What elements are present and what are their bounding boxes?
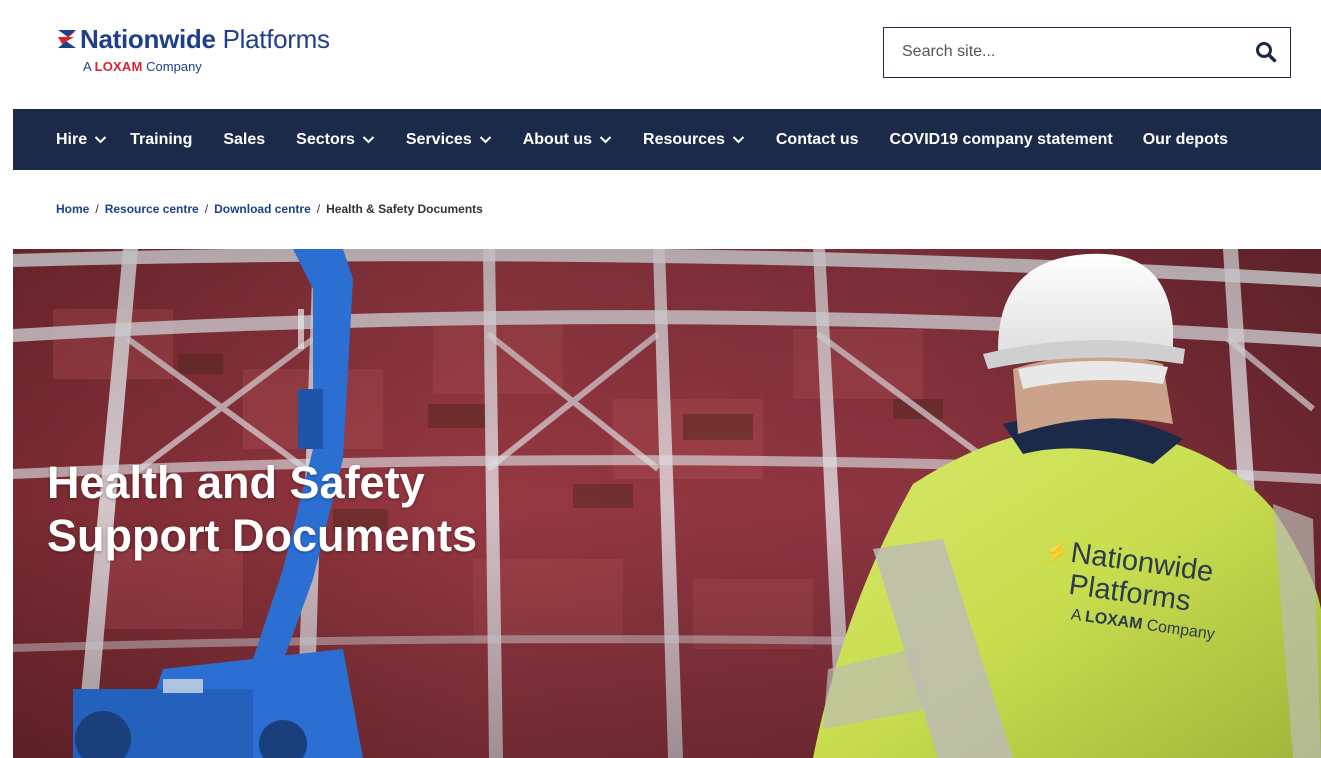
logo-tagline-suffix: Company — [146, 59, 202, 74]
vest-logo-mark-icon: ⚡ — [1041, 537, 1073, 567]
search-input[interactable] — [884, 28, 1224, 76]
nav-item-hire[interactable]: Hire — [56, 109, 107, 170]
vest-logo-prefix: A — [1069, 606, 1082, 625]
breadcrumb-link-download-centre[interactable]: Download centre — [214, 202, 311, 216]
chevron-down-icon — [599, 136, 612, 144]
logo-name-light: Platforms — [215, 24, 330, 54]
search-box — [883, 27, 1291, 78]
logo-tagline-brand: LOXAM — [94, 59, 143, 74]
nav-item-about-us[interactable]: About us — [523, 109, 612, 170]
logo-mark-icon — [58, 30, 76, 48]
nav-label: Contact us — [775, 130, 859, 148]
nav-label: Services — [405, 130, 472, 148]
breadcrumb-separator: / — [204, 202, 209, 216]
site-header: Nationwide Platforms A LOXAM Company — [13, 0, 1321, 109]
nav-item-our-depots[interactable]: Our depots — [1143, 109, 1228, 170]
main-nav: Hire Training Sales Sectors Services Abo… — [13, 109, 1321, 170]
nav-item-sectors[interactable]: Sectors — [296, 109, 375, 170]
breadcrumb-link-home[interactable]: Home — [56, 202, 89, 216]
nav-item-training[interactable]: Training — [130, 109, 192, 170]
nav-item-services[interactable]: Services — [406, 109, 492, 170]
chevron-down-icon — [732, 136, 745, 144]
search-button[interactable] — [1248, 34, 1284, 70]
nav-label: Hire — [56, 130, 88, 148]
logo-wordmark: Nationwide Platforms — [80, 24, 330, 55]
nav-label: Training — [130, 130, 193, 148]
nav-label: COVID19 company statement — [889, 130, 1113, 148]
nav-item-resources[interactable]: Resources — [643, 109, 745, 170]
breadcrumb-current: Health & Safety Documents — [326, 202, 483, 216]
search-icon — [1256, 42, 1277, 63]
nav-label: About us — [522, 130, 593, 148]
chevron-down-icon — [362, 136, 375, 144]
chevron-down-icon — [479, 136, 491, 144]
nav-item-covid19-statement[interactable]: COVID19 company statement — [890, 109, 1113, 170]
nav-item-contact-us[interactable]: Contact us — [776, 109, 859, 170]
nav-label: Our depots — [1142, 130, 1229, 148]
breadcrumb-separator: / — [95, 202, 99, 216]
breadcrumb: Home / Resource centre / Download centre… — [56, 202, 483, 216]
chevron-down-icon — [94, 136, 107, 144]
nav-item-sales[interactable]: Sales — [223, 109, 265, 170]
logo-tagline: A LOXAM Company — [83, 59, 202, 74]
logo-tagline-prefix: A — [83, 59, 91, 74]
logo-name-bold: Nationwide — [80, 24, 216, 54]
page-frame: Nationwide Platforms A LOXAM Company Hir… — [13, 0, 1321, 758]
breadcrumb-link-resource-centre[interactable]: Resource centre — [105, 202, 199, 216]
hero-title: Health and Safety Support Documents — [47, 456, 477, 562]
nav-label: Sectors — [296, 130, 355, 148]
site-logo[interactable]: Nationwide Platforms A LOXAM Company — [54, 24, 374, 84]
hero-banner: Health and Safety Support Documents ⚡Nat… — [13, 249, 1321, 758]
nav-label: Sales — [223, 130, 266, 148]
hero-title-line-2: Support Documents — [47, 510, 478, 561]
hero-title-line-1: Health and Safety — [47, 457, 425, 508]
breadcrumb-separator: / — [316, 202, 321, 216]
nav-label: Resources — [643, 130, 725, 148]
